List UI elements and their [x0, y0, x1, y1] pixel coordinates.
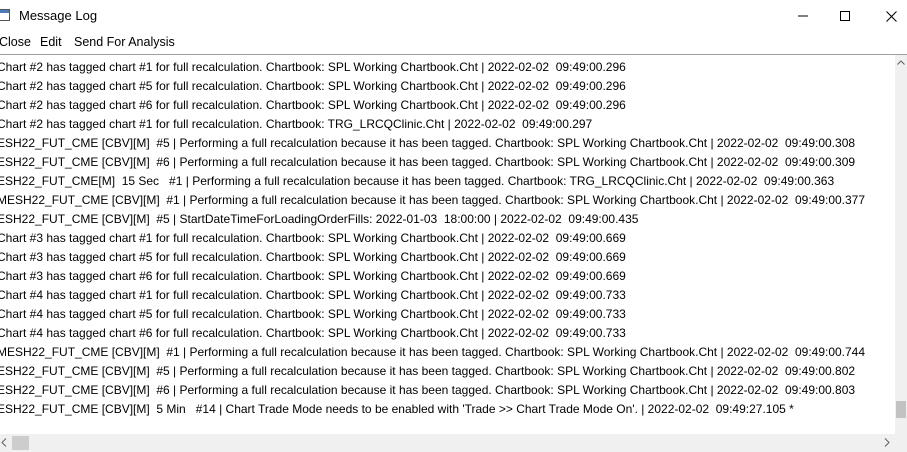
log-line[interactable]: MESH22_FUT_CME [CBV][M] #1 | Performing … — [0, 343, 891, 362]
message-log-area[interactable]: Chart #2 has tagged chart #1 for full re… — [0, 54, 907, 435]
close-icon — [885, 10, 897, 22]
menu-close[interactable]: Close — [0, 35, 31, 49]
log-line[interactable]: ESH22_FUT_CME [CBV][M] #5 | Performing a… — [0, 134, 891, 153]
log-line[interactable]: Chart #2 has tagged chart #5 for full re… — [0, 77, 891, 96]
log-line[interactable]: Chart #3 has tagged chart #1 for full re… — [0, 229, 891, 248]
menu-edit[interactable]: Edit — [40, 35, 62, 49]
log-list[interactable]: Chart #2 has tagged chart #1 for full re… — [0, 58, 894, 430]
log-line[interactable]: Chart #4 has tagged chart #1 for full re… — [0, 286, 891, 305]
log-line[interactable]: Chart #2 has tagged chart #1 for full re… — [0, 115, 891, 134]
log-line[interactable]: Chart #2 has tagged chart #6 for full re… — [0, 96, 891, 115]
horizontal-scroll-thumb[interactable] — [12, 436, 29, 450]
window-title: Message Log — [19, 8, 98, 23]
chevron-up-icon[interactable] — [897, 60, 905, 65]
log-line[interactable]: ESH22_FUT_CME [CBV][M] #5 | Performing a… — [0, 362, 891, 381]
vertical-scroll-thumb[interactable] — [896, 401, 906, 418]
maximize-button[interactable] — [822, 0, 868, 32]
log-line[interactable]: Chart #4 has tagged chart #5 for full re… — [0, 305, 891, 324]
log-line[interactable]: ESH22_FUT_CME [CBV][M] 5 Min #14 | Chart… — [0, 400, 891, 419]
log-line[interactable]: ESH22_FUT_CME [CBV][M] #6 | Performing a… — [0, 153, 891, 172]
log-line[interactable]: MESH22_FUT_CME [CBV][M] #1 | Performing … — [0, 191, 891, 210]
maximize-icon — [840, 11, 850, 21]
window-icon — [0, 9, 10, 21]
log-line[interactable]: Chart #2 has tagged chart #1 for full re… — [0, 58, 891, 77]
horizontal-scrollbar[interactable] — [0, 434, 907, 452]
chevron-left-icon[interactable] — [1, 438, 7, 447]
log-line[interactable]: ESH22_FUT_CME[M] 15 Sec #1 | Performing … — [0, 172, 891, 191]
minimize-button[interactable] — [780, 0, 826, 32]
chevron-right-icon[interactable] — [884, 438, 890, 447]
close-button[interactable] — [868, 0, 907, 32]
menu-bar: Close Edit Send For Analysis — [0, 32, 907, 52]
log-line[interactable]: ESH22_FUT_CME [CBV][M] #5 | StartDateTim… — [0, 210, 891, 229]
log-line[interactable]: ESH22_FUT_CME [CBV][M] #6 | Performing a… — [0, 381, 891, 400]
log-line[interactable]: Chart #3 has tagged chart #6 for full re… — [0, 267, 891, 286]
title-bar[interactable]: Message Log — [0, 0, 907, 32]
menu-send-for-analysis[interactable]: Send For Analysis — [74, 35, 175, 49]
minimize-icon — [798, 15, 808, 17]
log-line[interactable]: Chart #4 has tagged chart #6 for full re… — [0, 324, 891, 343]
log-line[interactable]: Chart #3 has tagged chart #5 for full re… — [0, 248, 891, 267]
vertical-scrollbar[interactable] — [895, 55, 907, 435]
